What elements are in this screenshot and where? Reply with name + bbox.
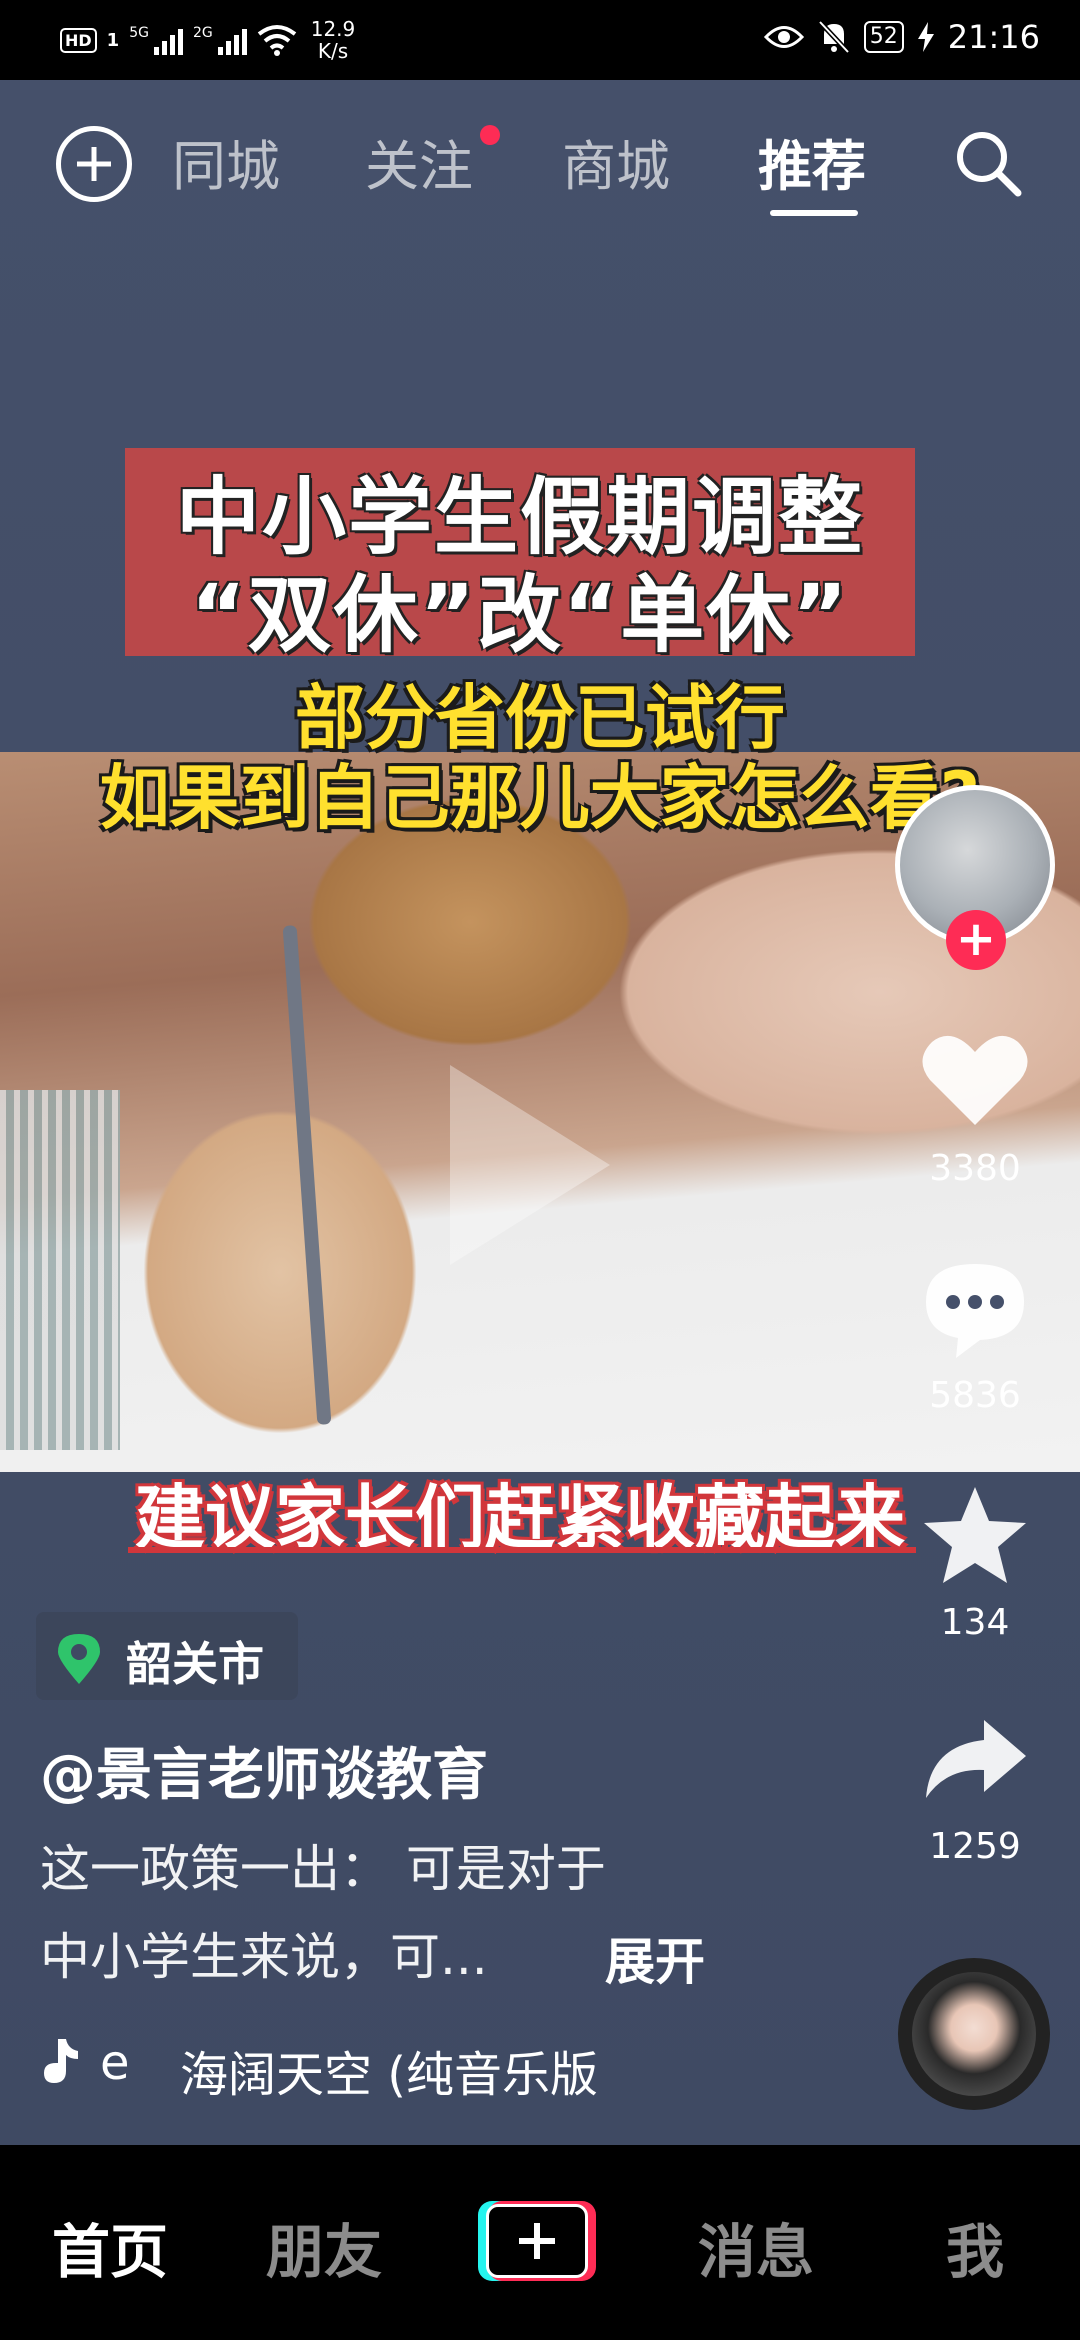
nav-me[interactable]: 我 [946, 2205, 1004, 2289]
bottom-nav: 首页 朋友 消息 我 [0, 2145, 1080, 2340]
like-icon[interactable] [920, 1030, 1030, 1130]
sim-indicator: 1 [106, 29, 120, 51]
nav-friends[interactable]: 朋友 [266, 2205, 382, 2289]
comment-icon[interactable] [920, 1258, 1030, 1358]
favorite-star-icon[interactable] [920, 1485, 1030, 1585]
location-label: 韶关市 [126, 1637, 264, 1691]
signal-2g-icon: 2G [193, 25, 247, 55]
clock: 21:16 [947, 18, 1040, 56]
top-nav: 同城 关注 商城 推荐 [0, 80, 1080, 230]
nav-home[interactable]: 首页 [52, 2205, 168, 2289]
author-username[interactable]: @景言老师谈教育 [40, 1730, 488, 1811]
tab-following[interactable]: 关注 [365, 122, 473, 201]
favorite-count: 134 [940, 1602, 1010, 1643]
add-icon[interactable] [56, 126, 132, 202]
tab-recommend[interactable]: 推荐 [758, 122, 866, 201]
video-title-line2: “双休”改“单休” [190, 566, 850, 664]
eye-icon [763, 26, 804, 48]
hd-badge: HD [60, 27, 97, 53]
active-tab-indicator [770, 210, 858, 216]
notification-dot [480, 125, 500, 145]
share-count: 1259 [929, 1826, 1021, 1867]
location-pin-icon [58, 1634, 100, 1684]
location-tag[interactable]: 韶关市 [36, 1612, 298, 1700]
basket-image [0, 1090, 120, 1450]
follow-button[interactable]: + [946, 910, 1006, 970]
nav-messages[interactable]: 消息 [698, 2205, 814, 2289]
plus-icon [486, 2204, 588, 2278]
tab-mall[interactable]: 商城 [562, 122, 670, 201]
comment-count: 5836 [929, 1375, 1021, 1416]
wifi-icon [257, 25, 296, 56]
description-line1: 这一政策一出： 可是对于 [40, 1840, 606, 1898]
caption-underline [128, 1547, 916, 1553]
status-right: 52 21:16 [763, 18, 1040, 56]
net-speed: 12.9 K/s [310, 17, 356, 63]
tab-local[interactable]: 同城 [172, 122, 280, 201]
search-icon[interactable] [950, 125, 1026, 201]
like-count: 3380 [929, 1148, 1021, 1189]
music-marquee-prefix: e [100, 2035, 130, 2091]
charging-icon [917, 22, 934, 52]
create-video-button[interactable] [478, 2201, 596, 2281]
signal-5g-icon: 5G [129, 25, 183, 55]
status-bar: HD 1 5G 2G 12.9 K/s 52 21:16 [0, 0, 1080, 80]
share-icon[interactable] [920, 1710, 1030, 1810]
status-left: HD 1 5G 2G 12.9 K/s [60, 18, 355, 62]
music-note-icon [44, 2039, 78, 2083]
play-icon[interactable] [450, 1065, 610, 1265]
battery-indicator: 52 [863, 21, 904, 53]
music-title: 海阔天空 (纯音乐版 [180, 2047, 598, 2103]
mute-bell-icon [817, 20, 850, 54]
music-disc[interactable] [898, 1958, 1050, 2110]
video-subtitle-line2: 如果到自己那儿大家怎么看? [99, 757, 981, 839]
expand-button[interactable]: 展开 [605, 1922, 705, 1994]
